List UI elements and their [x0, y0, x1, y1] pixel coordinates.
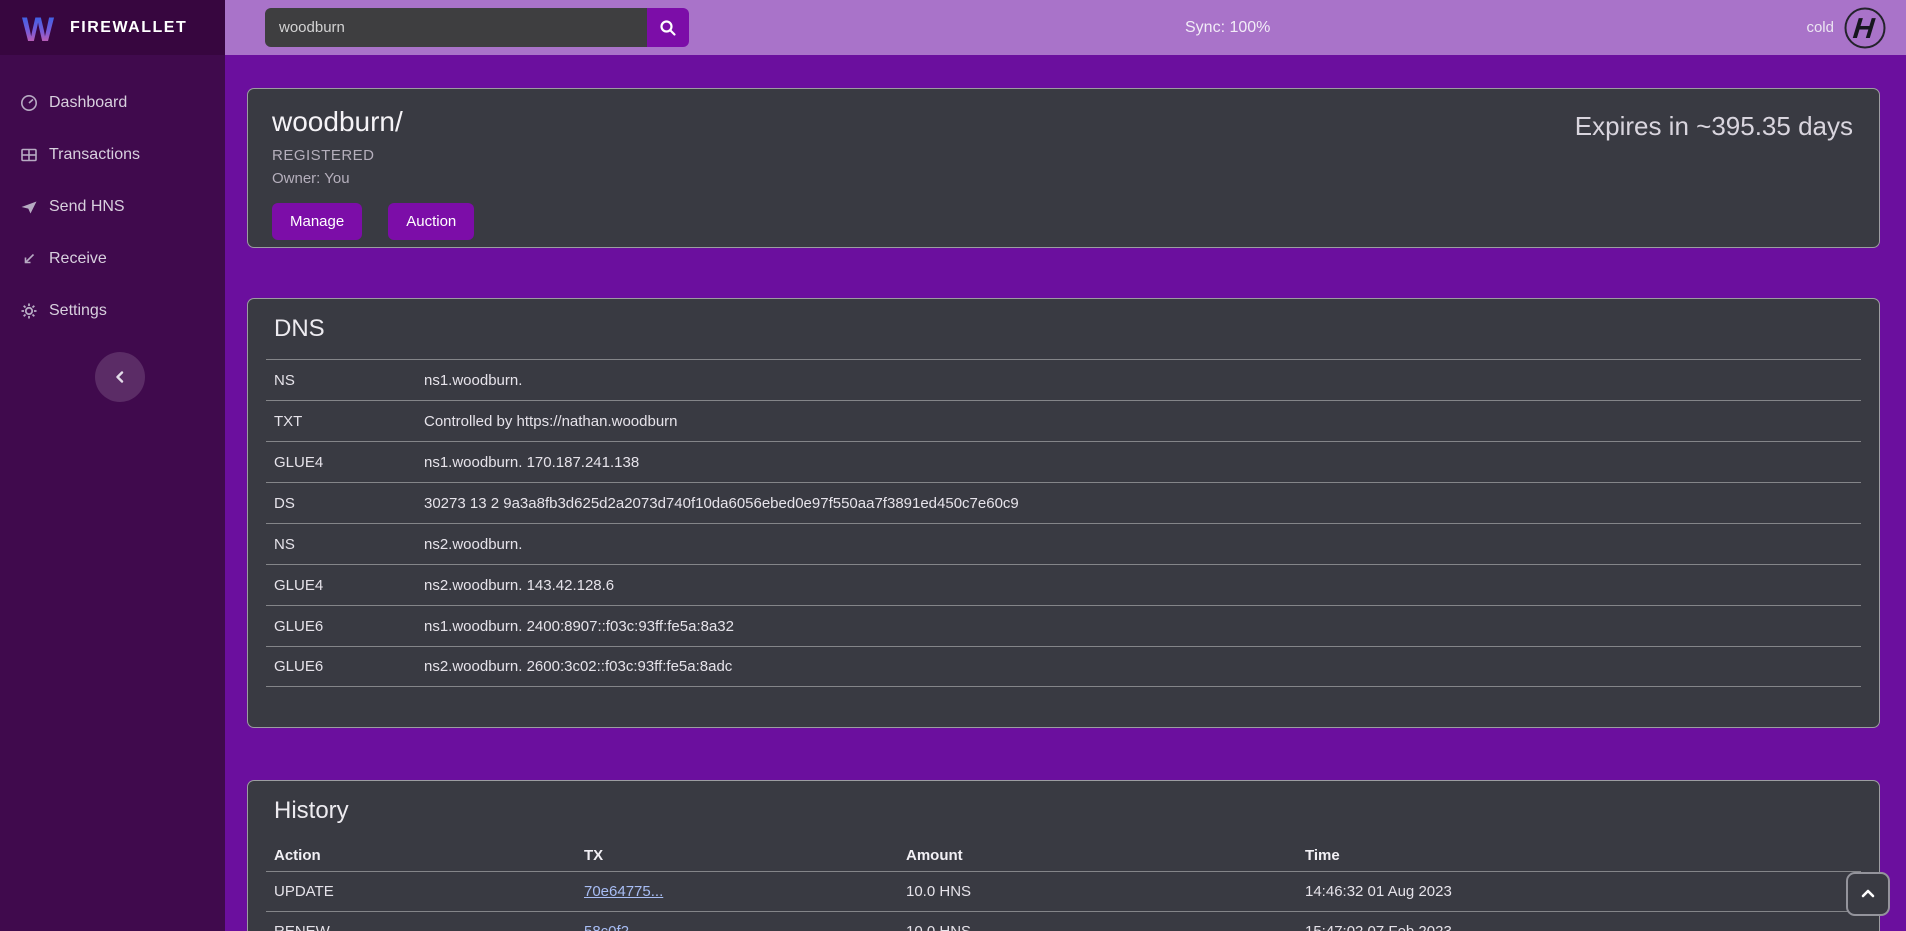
history-time: 14:46:32 01 Aug 2023 [1297, 883, 1861, 900]
firewallet-logo-icon: W [18, 8, 58, 48]
dns-record-type: TXT [266, 413, 416, 430]
history-section-title: History [274, 797, 1861, 825]
dns-table: NSns1.woodburn.TXTControlled by https://… [266, 359, 1861, 687]
dns-record-value: Controlled by https://nathan.woodburn [416, 413, 1861, 430]
dns-record-value: ns2.woodburn. 143.42.128.6 [416, 577, 1861, 594]
auction-button[interactable]: Auction [388, 203, 474, 240]
domain-card: woodburn/ REGISTERED Owner: You Manage A… [247, 88, 1880, 248]
sidebar-item-label: Transactions [49, 146, 140, 164]
dns-record-type: GLUE6 [266, 658, 416, 675]
dns-record-value: ns1.woodburn. [416, 372, 1861, 389]
brand-header: W FIREWALLET [0, 0, 225, 55]
history-action: RENEW [266, 923, 576, 931]
chevron-up-icon [1860, 886, 1876, 902]
dns-record-type: GLUE6 [266, 618, 416, 635]
dns-record-type: NS [266, 536, 416, 553]
history-tx-cell: 58c0f2... [576, 923, 898, 931]
history-col-action: Action [266, 847, 576, 864]
send-icon [20, 198, 38, 216]
history-time: 15:47:02 07 Feb 2023 [1297, 923, 1861, 931]
scroll-to-top-button[interactable] [1846, 872, 1890, 916]
dns-card: DNS NSns1.woodburn.TXTControlled by http… [247, 298, 1880, 728]
gauge-icon [20, 94, 38, 112]
gear-icon [20, 302, 38, 320]
domain-status: REGISTERED [272, 147, 1855, 164]
dns-record-type: GLUE4 [266, 577, 416, 594]
history-table: Action TX Amount Time UPDATE 70e64775... 1… [266, 839, 1861, 931]
history-card: History Action TX Amount Time UPDATE 70e6… [247, 780, 1880, 931]
search-input[interactable] [265, 8, 647, 47]
sidebar-item-receive[interactable]: Receive [0, 233, 225, 285]
domain-expires: Expires in ~395.35 days [1575, 111, 1853, 142]
tx-link[interactable]: 70e64775... [584, 883, 663, 900]
history-amount: 10.0 HNS [898, 923, 1297, 931]
dns-section-title: DNS [274, 315, 1861, 343]
dns-record-row: NSns1.woodburn. [266, 359, 1861, 400]
dns-record-row: GLUE6ns1.woodburn. 2400:8907::f03c:93ff:… [266, 605, 1861, 646]
history-action: UPDATE [266, 883, 576, 900]
dns-record-row: GLUE4ns2.woodburn. 143.42.128.6 [266, 564, 1861, 605]
dns-record-type: NS [266, 372, 416, 389]
dns-record-value: ns1.woodburn. 170.187.241.138 [416, 454, 1861, 471]
sidebar: W FIREWALLET Dashboard Transact [0, 0, 225, 931]
tx-link[interactable]: 58c0f2... [584, 923, 642, 931]
sidebar-item-send-hns[interactable]: Send HNS [0, 181, 225, 233]
svg-text:H: H [1852, 13, 1877, 45]
dns-record-type: DS [266, 495, 416, 512]
dns-record-row: TXTControlled by https://nathan.woodburn [266, 400, 1861, 441]
history-amount: 10.0 HNS [898, 883, 1297, 900]
history-tx-cell: 70e64775... [576, 883, 898, 900]
sidebar-item-label: Send HNS [49, 198, 125, 216]
sidebar-item-settings[interactable]: Settings [0, 285, 225, 337]
dns-record-value: ns2.woodburn. [416, 536, 1861, 553]
dns-record-row: GLUE6ns2.woodburn. 2600:3c02::f03c:93ff:… [266, 646, 1861, 687]
brand-name: FIREWALLET [70, 19, 187, 37]
dns-record-value: 30273 13 2 9a3a8fb3d625d2a2073d740f10da6… [416, 495, 1861, 512]
sidebar-item-label: Receive [49, 250, 107, 268]
history-col-tx: TX [576, 847, 898, 864]
search-button[interactable] [647, 8, 689, 47]
dns-record-row: NSns2.woodburn. [266, 523, 1861, 564]
dns-record-type: GLUE4 [266, 454, 416, 471]
dns-record-value: ns1.woodburn. 2400:8907::f03c:93ff:fe5a:… [416, 618, 1861, 635]
sidebar-item-label: Settings [49, 302, 107, 320]
receive-icon [20, 250, 38, 268]
history-row: UPDATE 70e64775... 10.0 HNS14:46:32 01 Aug… [266, 871, 1861, 911]
history-row: RENEW 58c0f2... 10.0 HNS15:47:02 07 Feb 20… [266, 911, 1861, 931]
search-icon [659, 19, 677, 37]
domain-owner: Owner: You [272, 170, 1855, 187]
table-icon [20, 146, 38, 164]
history-col-amount: Amount [898, 847, 1297, 864]
svg-text:W: W [22, 11, 55, 48]
dns-record-row: GLUE4ns1.woodburn. 170.187.241.138 [266, 441, 1861, 482]
sidebar-collapse-button[interactable] [95, 352, 145, 402]
search-bar [265, 8, 689, 47]
sync-status: Sync: 100% [1185, 0, 1270, 55]
sidebar-item-dashboard[interactable]: Dashboard [0, 77, 225, 129]
chevron-left-icon [113, 370, 127, 384]
sidebar-item-transactions[interactable]: Transactions [0, 129, 225, 181]
dns-record-row: DS30273 13 2 9a3a8fb3d625d2a2073d740f10d… [266, 482, 1861, 523]
wallet-selector: cold H [1806, 0, 1886, 55]
history-body: UPDATE70e64775...10.0 HNS14:46:32 01 Aug… [266, 871, 1861, 931]
handshake-coin-icon: H [1844, 7, 1886, 49]
wallet-name: cold [1806, 19, 1834, 36]
main-content: woodburn/ REGISTERED Owner: You Manage A… [225, 55, 1906, 931]
manage-button[interactable]: Manage [272, 203, 362, 240]
dns-record-value: ns2.woodburn. 2600:3c02::f03c:93ff:fe5a:… [416, 658, 1861, 675]
topbar: Sync: 100% cold H [225, 0, 1906, 55]
history-col-time: Time [1297, 847, 1861, 864]
history-header-row: Action TX Amount Time [266, 839, 1861, 871]
sidebar-nav: Dashboard Transactions Send HNS [0, 77, 225, 337]
sidebar-item-label: Dashboard [49, 94, 127, 112]
